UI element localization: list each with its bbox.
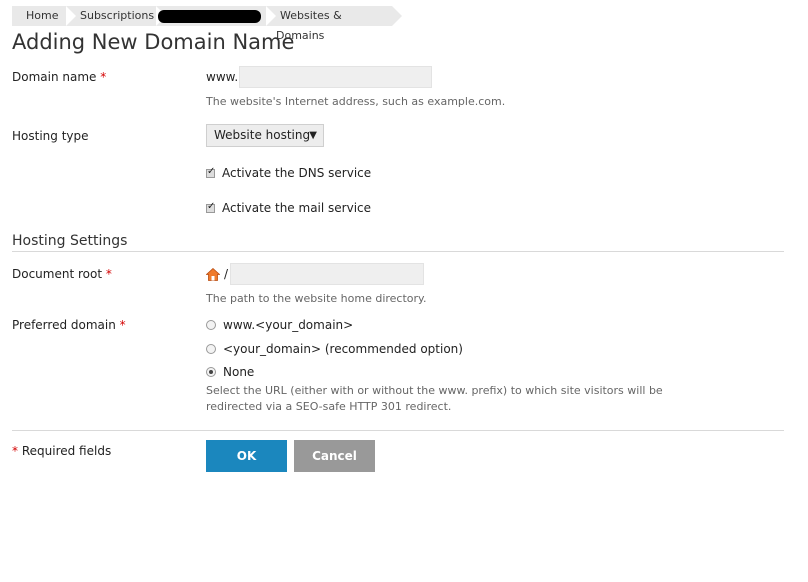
- preferred-domain-option-none[interactable]: None: [206, 365, 254, 379]
- preferred-domain-option-label: <your_domain> (recommended option): [223, 342, 463, 356]
- hosting-type-selected-value: Website hosting: [214, 128, 311, 142]
- required-fields-note: * Required fields: [12, 444, 111, 458]
- document-root-label: Document root *: [12, 267, 112, 281]
- preferred-domain-label-text: Preferred domain: [12, 318, 116, 332]
- hosting-type-select[interactable]: Website hosting ▼: [206, 124, 324, 147]
- dns-service-option[interactable]: Activate the DNS service: [206, 166, 371, 180]
- ok-button[interactable]: OK: [206, 440, 287, 472]
- path-slash: /: [224, 267, 229, 281]
- hosting-settings-heading: Hosting Settings: [12, 233, 128, 249]
- www-prefix: www.: [206, 70, 239, 84]
- preferred-domain-radio-no-www[interactable]: [206, 344, 216, 354]
- domain-name-hint: The website's Internet address, such as …: [206, 95, 506, 108]
- required-mark: *: [119, 318, 126, 332]
- preferred-domain-radio-none[interactable]: [206, 367, 216, 377]
- dns-service-checkbox[interactable]: [206, 166, 215, 178]
- dropdown-arrow-icon: ▼: [309, 130, 317, 141]
- page-title: Adding New Domain Name: [12, 30, 295, 54]
- domain-name-label: Domain name *: [12, 70, 106, 84]
- home-icon: [206, 268, 220, 281]
- breadcrumb-home-label: Home: [26, 9, 59, 22]
- required-mark: *: [105, 267, 112, 281]
- dns-service-label: Activate the DNS service: [222, 166, 372, 180]
- preferred-domain-option-label: None: [223, 365, 255, 379]
- domain-name-input[interactable]: [239, 66, 432, 88]
- breadcrumb-websites-domains[interactable]: Websites & Domains: [266, 6, 402, 42]
- preferred-domain-option-label: www.<your_domain>: [223, 318, 354, 332]
- footer-divider: [12, 430, 784, 431]
- preferred-domain-hint-line: Select the URL (either with or without t…: [206, 384, 663, 397]
- breadcrumb-subscriptions-label: Subscriptions: [80, 9, 155, 22]
- required-mark: *: [100, 70, 107, 84]
- preferred-domain-hint: Select the URL (either with or without t…: [206, 383, 663, 415]
- required-mark: *: [12, 444, 18, 458]
- preferred-domain-hint-line: redirected via a SEO-safe HTTP 301 redir…: [206, 400, 452, 413]
- document-root-hint: The path to the website home directory.: [206, 292, 427, 305]
- breadcrumb-subscriptions[interactable]: Subscriptions: [66, 6, 174, 26]
- domain-name-label-text: Domain name: [12, 70, 97, 84]
- required-fields-text: Required fields: [21, 444, 112, 458]
- section-divider: [12, 251, 784, 252]
- mail-service-label: Activate the mail service: [222, 201, 372, 215]
- document-root-label-text: Document root: [12, 267, 103, 281]
- preferred-domain-label: Preferred domain *: [12, 318, 126, 332]
- mail-service-option[interactable]: Activate the mail service: [206, 201, 371, 215]
- preferred-domain-radio-www[interactable]: [206, 320, 216, 330]
- mail-service-checkbox[interactable]: [206, 201, 215, 213]
- preferred-domain-option-www[interactable]: www.<your_domain>: [206, 318, 353, 332]
- preferred-domain-option-no-www[interactable]: <your_domain> (recommended option): [206, 342, 463, 356]
- cancel-button[interactable]: Cancel: [294, 440, 375, 472]
- redaction-mark: [158, 10, 261, 23]
- hosting-type-label: Hosting type: [12, 129, 89, 143]
- document-root-input[interactable]: [230, 263, 424, 285]
- breadcrumb-home[interactable]: Home: [12, 6, 84, 26]
